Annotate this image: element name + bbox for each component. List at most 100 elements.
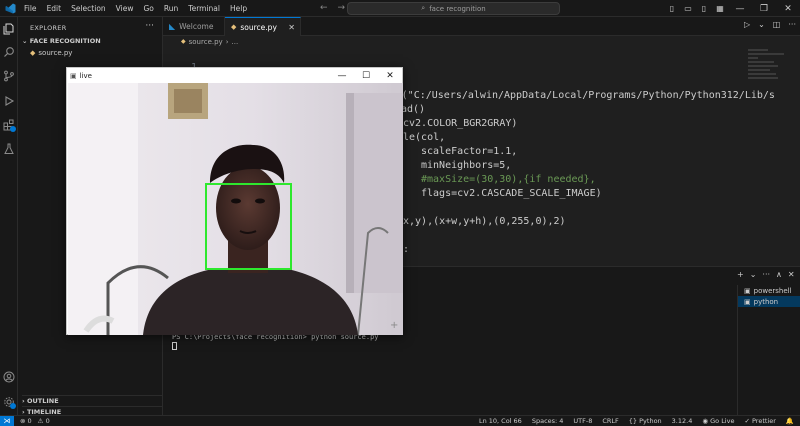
explorer-icon[interactable] bbox=[2, 22, 16, 36]
warnings-status[interactable]: ⚠ 0 bbox=[38, 417, 50, 425]
live-camera-window[interactable]: ▣ live — ☐ ✕ + bbox=[66, 67, 403, 335]
editor-actions: ▷ ⌄ ◫ ··· bbox=[744, 20, 796, 29]
prettier-status[interactable]: ✓ Prettier bbox=[744, 417, 775, 425]
nav-arrows: ← → bbox=[320, 3, 345, 13]
code-text: ad() bbox=[401, 104, 426, 115]
settings-badge bbox=[10, 403, 16, 409]
back-arrow-icon[interactable]: ← bbox=[320, 3, 328, 13]
breadcrumb-file[interactable]: source.py bbox=[189, 38, 223, 46]
search-icon[interactable] bbox=[2, 45, 16, 59]
split-editor-icon[interactable]: ◫ bbox=[773, 20, 781, 29]
tab-label: source.py bbox=[240, 22, 277, 32]
terminal-item-python[interactable]: ▣ python bbox=[738, 296, 800, 307]
warnings-count: 0 bbox=[45, 417, 50, 425]
cursor-position[interactable]: Ln 10, Col 66 bbox=[479, 417, 522, 425]
chevron-right-icon: › bbox=[22, 397, 25, 405]
activity-bar bbox=[0, 17, 18, 415]
terminal-list: ▣ powershell ▣ python bbox=[737, 285, 800, 416]
file-name: source.py bbox=[38, 49, 73, 57]
python-file-icon: ◆ bbox=[181, 38, 186, 45]
live-window-titlebar[interactable]: ▣ live — ☐ ✕ bbox=[67, 68, 402, 83]
chevron-down-icon[interactable]: ⌄ bbox=[750, 270, 757, 279]
vscode-logo-icon bbox=[3, 1, 17, 15]
terminal-item-powershell[interactable]: ▣ powershell bbox=[738, 285, 800, 296]
panel-actions: + ⌄ ··· ∧ ✕ bbox=[737, 270, 795, 279]
breadcrumb: ◆ source.py › ... bbox=[163, 36, 238, 47]
more-actions-icon[interactable]: ··· bbox=[788, 20, 796, 29]
menu-edit[interactable]: Edit bbox=[42, 4, 67, 13]
camera-feed: + bbox=[68, 83, 403, 335]
live-maximize-button[interactable]: ☐ bbox=[354, 71, 378, 81]
indentation[interactable]: Spaces: 4 bbox=[532, 417, 564, 425]
svg-text:+: + bbox=[390, 320, 398, 331]
end-of-line[interactable]: CRLF bbox=[602, 417, 618, 425]
testing-flask-icon[interactable] bbox=[2, 142, 16, 156]
errors-status[interactable]: ⊗ 0 bbox=[20, 417, 32, 425]
source-control-icon[interactable] bbox=[2, 69, 16, 83]
close-tab-icon[interactable]: ✕ bbox=[288, 23, 295, 32]
extensions-icon[interactable] bbox=[2, 118, 16, 132]
toggle-panel-icon[interactable]: ▭ bbox=[680, 4, 696, 13]
language-mode[interactable]: {} Python bbox=[629, 417, 662, 425]
new-terminal-icon[interactable]: + bbox=[737, 270, 744, 279]
file-item-source-py[interactable]: ◆ source.py bbox=[30, 49, 72, 57]
window-controls: ▯ ▭ ▯ ▦ — ❐ ✕ bbox=[664, 0, 800, 17]
outline-section[interactable]: › OUTLINE bbox=[22, 395, 162, 405]
terminal-label: python bbox=[753, 297, 779, 306]
tab-source-py[interactable]: ◆ source.py ✕ bbox=[225, 17, 301, 36]
command-center[interactable]: ⌕ face recognition bbox=[347, 2, 560, 15]
more-actions-icon[interactable]: ··· bbox=[145, 21, 154, 31]
remote-icon[interactable]: ⋊ bbox=[0, 415, 14, 426]
language-label: Python bbox=[639, 417, 662, 425]
status-bar: ⋊ ⊗ 0 ⚠ 0 Ln 10, Col 66 Spaces: 4 UTF-8 … bbox=[0, 415, 800, 426]
toggle-secondary-sidebar-icon[interactable]: ▯ bbox=[696, 4, 712, 13]
tab-welcome[interactable]: ◣ Welcome bbox=[163, 17, 225, 36]
editor-tab-strip: ◣ Welcome ◆ source.py ✕ ▷ ⌄ ◫ ··· bbox=[163, 17, 800, 36]
menu-run[interactable]: Run bbox=[159, 4, 183, 13]
close-panel-icon[interactable]: ✕ bbox=[788, 270, 795, 279]
live-close-button[interactable]: ✕ bbox=[378, 71, 402, 81]
go-live-label: Go Live bbox=[710, 417, 735, 425]
customize-layout-icon[interactable]: ▦ bbox=[712, 4, 728, 13]
terminal-icon: ▣ bbox=[744, 297, 751, 306]
minimize-button[interactable]: — bbox=[728, 4, 752, 14]
live-window-title: live bbox=[79, 71, 92, 80]
live-minimize-button[interactable]: — bbox=[330, 71, 354, 81]
code-text: : bbox=[403, 244, 410, 255]
run-debug-icon[interactable] bbox=[2, 94, 16, 108]
command-center-label: face recognition bbox=[429, 4, 486, 13]
close-button[interactable]: ✕ bbox=[776, 4, 800, 14]
chevron-right-icon: › bbox=[225, 37, 229, 46]
menu-file[interactable]: File bbox=[19, 4, 42, 13]
breadcrumb-ellipsis[interactable]: ... bbox=[232, 38, 239, 46]
webcam-image: + bbox=[68, 83, 403, 335]
menu-terminal[interactable]: Terminal bbox=[183, 4, 225, 13]
folder-row[interactable]: ⌄ FACE RECOGNITION bbox=[22, 37, 101, 45]
code-line: 1 import cv2 bbox=[163, 47, 269, 87]
more-actions-icon[interactable]: ··· bbox=[762, 270, 770, 279]
python-interpreter[interactable]: 3.12.4 bbox=[672, 417, 693, 425]
menu-go[interactable]: Go bbox=[138, 4, 158, 13]
code-text: flags=cv2.CASCADE_SCALE_IMAGE) bbox=[421, 188, 602, 199]
terminal-label: powershell bbox=[753, 286, 792, 295]
encoding[interactable]: UTF-8 bbox=[573, 417, 592, 425]
code-text: scaleFactor=1.1, bbox=[421, 146, 518, 157]
tab-label: Welcome bbox=[179, 22, 214, 31]
manage-gear-icon[interactable] bbox=[2, 395, 16, 409]
maximize-panel-icon[interactable]: ∧ bbox=[776, 270, 782, 279]
toggle-primary-sidebar-icon[interactable]: ▯ bbox=[664, 4, 680, 13]
search-icon: ⌕ bbox=[421, 4, 426, 12]
menu-help[interactable]: Help bbox=[225, 4, 252, 13]
menu-selection[interactable]: Selection bbox=[66, 4, 111, 13]
menu-view[interactable]: View bbox=[111, 4, 139, 13]
minimap[interactable] bbox=[748, 47, 786, 265]
forward-arrow-icon[interactable]: → bbox=[338, 3, 346, 13]
notifications-bell-icon[interactable]: 🔔 bbox=[786, 417, 794, 425]
chevron-down-icon[interactable]: ⌄ bbox=[758, 20, 765, 29]
maximize-button[interactable]: ❐ bbox=[752, 4, 776, 14]
run-python-file-icon[interactable]: ▷ bbox=[744, 20, 750, 29]
account-icon[interactable] bbox=[2, 370, 16, 384]
go-live-button[interactable]: ◉ Go Live bbox=[702, 417, 734, 425]
menu-bar: File Edit Selection View Go Run Terminal… bbox=[19, 4, 252, 13]
title-bar: File Edit Selection View Go Run Terminal… bbox=[0, 0, 800, 17]
